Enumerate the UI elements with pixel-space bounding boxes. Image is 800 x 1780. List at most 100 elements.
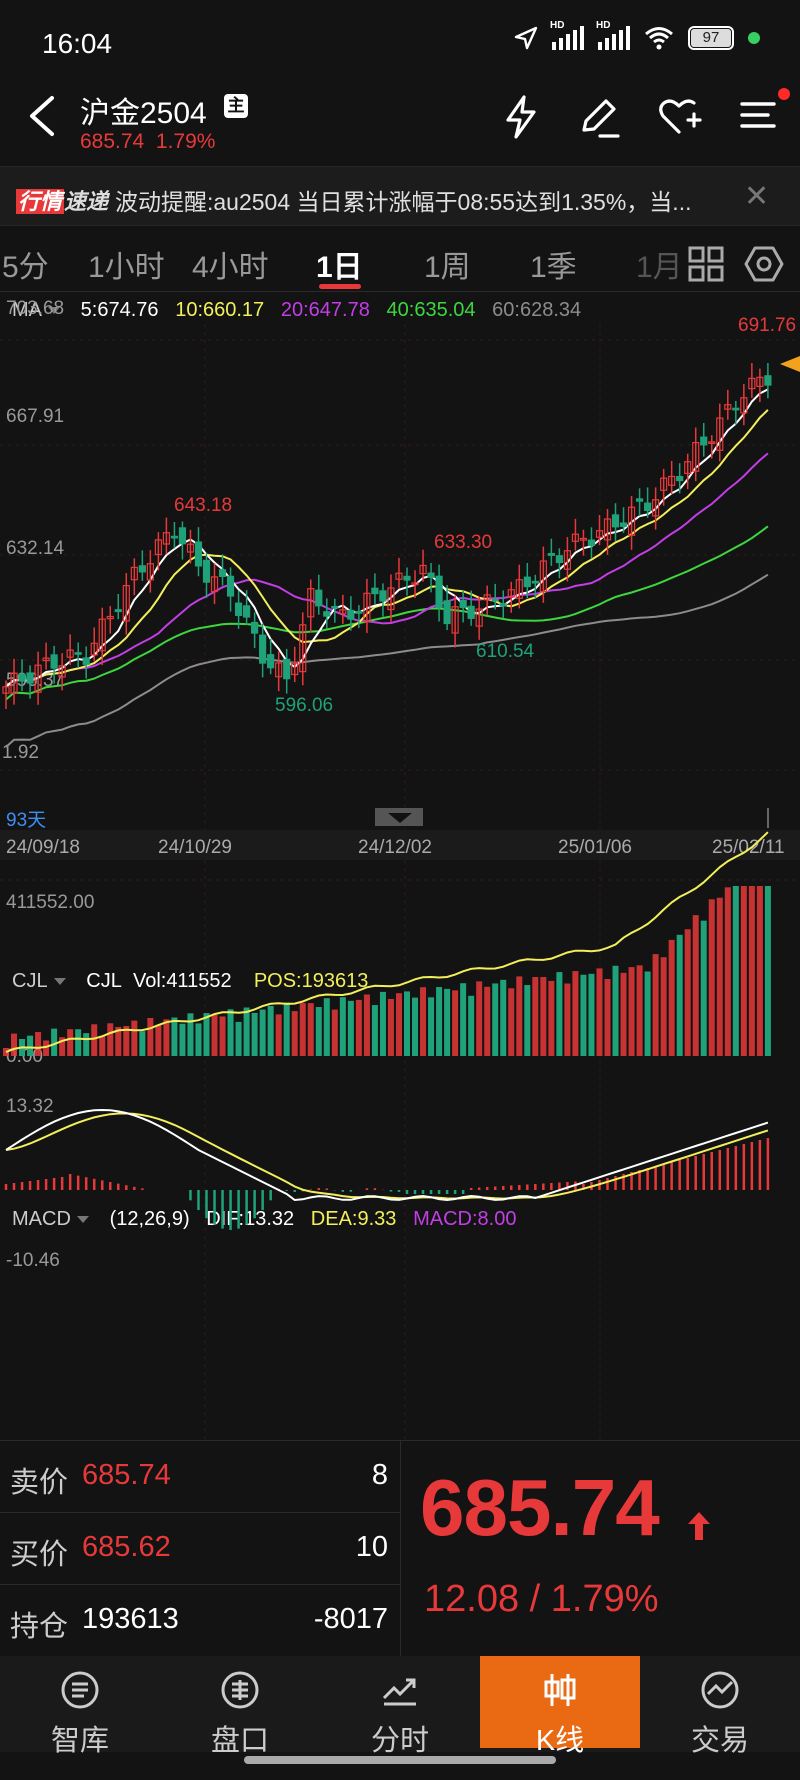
- location-icon: [514, 26, 538, 50]
- dif-line: [5, 1108, 769, 1202]
- tab-5min[interactable]: 5分: [2, 242, 49, 286]
- volume-bar: [99, 1035, 106, 1056]
- nav-research[interactable]: 智库: [0, 1656, 160, 1757]
- page-title: 沪金2504: [80, 97, 207, 130]
- candle-body: [547, 553, 555, 556]
- home-indicator: [244, 1756, 556, 1764]
- orderbook-icon: [221, 1671, 259, 1709]
- nav-trade[interactable]: 交易: [640, 1656, 800, 1757]
- tab-1hour[interactable]: 1小时: [88, 242, 165, 286]
- volume-bar: [732, 886, 739, 1056]
- volume-bar: [444, 988, 451, 1056]
- open-interest-row[interactable]: 持仓 193613 -8017: [0, 1585, 400, 1657]
- sell-label: 卖价: [10, 1467, 69, 1499]
- tab-1month[interactable]: 1月: [636, 242, 683, 286]
- close-icon[interactable]: ✕: [744, 179, 769, 214]
- volume-bar: [299, 1003, 306, 1056]
- nav-intraday[interactable]: 分时: [320, 1656, 480, 1757]
- volume-bar: [700, 920, 707, 1056]
- tab-1week[interactable]: 1周: [424, 242, 471, 286]
- candle-body: [323, 611, 331, 617]
- volume-bar: [363, 994, 370, 1056]
- tab-4hour[interactable]: 4小时: [192, 242, 269, 286]
- volume-bar: [163, 1019, 170, 1056]
- high-annotation: 633.30: [434, 532, 492, 553]
- menu-icon[interactable]: [736, 94, 782, 140]
- macd-axis-min: -10.46: [6, 1250, 60, 1271]
- candle-body: [499, 603, 507, 607]
- last-price-marker: [780, 356, 800, 372]
- tab-1season[interactable]: 1季: [530, 242, 577, 286]
- volume-bar: [347, 1000, 354, 1056]
- volume-bar: [724, 887, 731, 1056]
- volume-bar: [91, 1024, 98, 1056]
- volume-bar: [371, 1005, 378, 1056]
- candle-body: [619, 522, 628, 527]
- date-axis-label: 25/02/11: [712, 837, 785, 858]
- lightning-icon[interactable]: [498, 94, 544, 140]
- volume-bar: [355, 999, 362, 1056]
- candle-body: [459, 599, 467, 609]
- edit-icon[interactable]: [576, 94, 622, 140]
- header-price: 685.74 1.79%: [80, 130, 215, 154]
- volume-bar: [556, 972, 563, 1056]
- candle-body: [700, 436, 708, 446]
- candle-body: [283, 658, 291, 680]
- volume-bar: [692, 915, 699, 1056]
- candle-body: [26, 672, 34, 684]
- days-label: 93天: [6, 810, 46, 831]
- volume-bar: [155, 1025, 162, 1056]
- favorite-add-icon[interactable]: [656, 94, 702, 140]
- candle-body: [355, 611, 363, 614]
- candle-body: [251, 621, 259, 634]
- buy-qty: 10: [355, 1531, 388, 1563]
- buy-row[interactable]: 买价 685.62 10: [0, 1513, 400, 1585]
- nav-kline[interactable]: K线: [480, 1656, 640, 1757]
- kline-chart[interactable]: 703.68667.91632.14596.371.92643.18596.06…: [0, 292, 800, 1440]
- candle-body: [491, 598, 499, 602]
- candle-body: [259, 634, 267, 664]
- battery-icon: 97: [688, 26, 734, 50]
- back-icon[interactable]: [24, 94, 60, 138]
- volume-bar: [756, 886, 763, 1056]
- volume-axis-max: 411552.00: [6, 892, 94, 913]
- alert-text: 波动提醒:au2504 当日累计涨幅于08:55达到1.35%，当...: [115, 189, 692, 215]
- candle-body: [764, 375, 772, 386]
- ma10-line: [5, 409, 769, 688]
- volume-bar: [203, 1013, 210, 1056]
- candle-body: [226, 575, 235, 597]
- volume-bar: [275, 1014, 282, 1056]
- sell-row[interactable]: 卖价 685.74 8: [0, 1441, 400, 1513]
- volume-bar: [532, 976, 539, 1056]
- volume-bar: [195, 1023, 202, 1056]
- intraday-chart-icon: [382, 1678, 416, 1706]
- candle-body: [74, 652, 82, 655]
- candle-body: [331, 605, 339, 609]
- alert-bar[interactable]: 行情速递 波动提醒:au2504 当日累计涨幅于08:55达到1.35%，当..…: [0, 166, 800, 226]
- volume-bar: [291, 1011, 298, 1056]
- signal-icon: HD: [550, 20, 584, 50]
- high-annotation: 691.76: [738, 315, 796, 336]
- volume-bar: [676, 934, 683, 1056]
- settings-icon[interactable]: [744, 244, 784, 284]
- volume-bar: [492, 983, 499, 1056]
- volume-bar: [395, 993, 402, 1056]
- last-price: 685.74: [420, 1463, 660, 1552]
- volume-bar: [67, 1029, 74, 1056]
- volume-bar: [652, 954, 659, 1056]
- tab-1day[interactable]: 1日: [316, 242, 363, 286]
- price-axis-label: 632.14: [6, 538, 65, 559]
- volume-bar: [524, 985, 531, 1056]
- candle-body: [587, 539, 596, 546]
- nav-orderbook[interactable]: 盘口: [160, 1656, 320, 1757]
- status-icons: HD HD 97: [514, 20, 760, 50]
- header-change-pct: 1.79%: [155, 130, 216, 153]
- volume-bar: [219, 1016, 226, 1056]
- volume-bar: [43, 1040, 50, 1056]
- candle-body: [427, 572, 435, 578]
- candle-body: [523, 576, 531, 588]
- volume-bar: [708, 899, 715, 1056]
- candle-body: [347, 609, 355, 620]
- date-axis-label: 25/01/06: [558, 837, 632, 858]
- grid-layout-icon[interactable]: [686, 244, 726, 284]
